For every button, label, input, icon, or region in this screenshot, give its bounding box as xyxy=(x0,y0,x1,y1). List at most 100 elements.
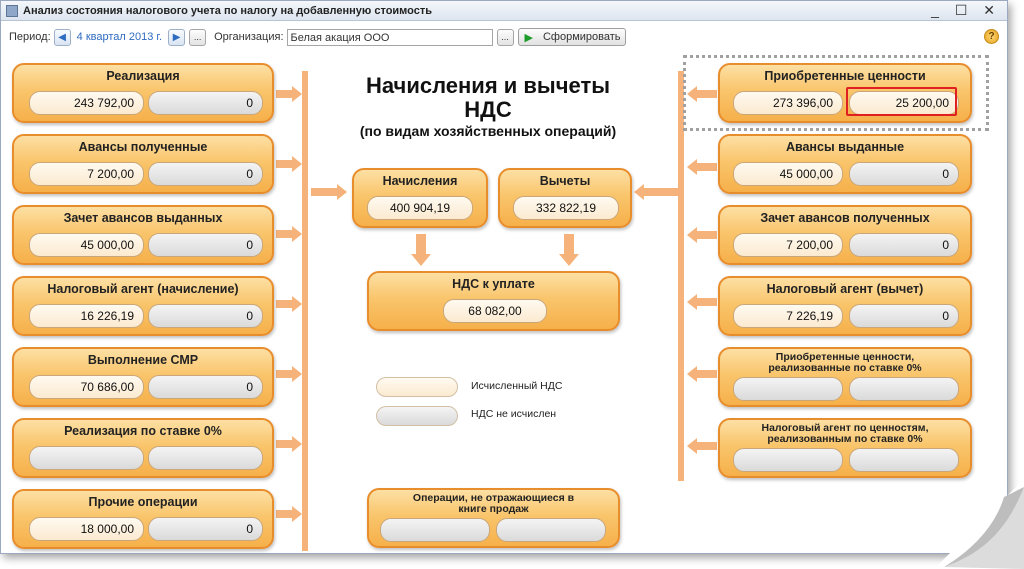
vat-field[interactable] xyxy=(148,446,263,470)
vat-field[interactable] xyxy=(496,518,606,542)
arrow-left-icon xyxy=(687,438,717,454)
headline-line1b: НДС xyxy=(464,97,512,122)
vat-field[interactable]: 0 xyxy=(849,304,959,328)
panel-title: Операции, не отражающиеся в книге продаж xyxy=(412,492,575,515)
headline-subtitle: (по видам хозяйственных операций) xyxy=(359,123,617,139)
arrow-left-icon: ◀ xyxy=(58,31,66,43)
vat-field[interactable]: 0 xyxy=(148,304,263,328)
panel-accruals[interactable]: Начисления 400 904,19 xyxy=(352,168,488,228)
page-headline: Начисления и вычеты НДС (по видам хозяйс… xyxy=(327,74,649,140)
panel-sales-zero-rate[interactable]: Реализация по ставке 0% xyxy=(12,418,274,478)
panel-title: Налоговый агент по ценностям, реализован… xyxy=(761,422,929,445)
arrow-right-icon xyxy=(276,296,302,312)
arrow-left-icon xyxy=(634,184,678,200)
play-icon: ▶ xyxy=(524,31,533,44)
maximize-button[interactable]: ☐ xyxy=(955,2,974,19)
vat-field[interactable]: 0 xyxy=(148,375,263,399)
arrow-left-icon xyxy=(687,366,717,382)
vat-field[interactable]: 0 xyxy=(148,91,263,115)
period-next-button[interactable]: ▶ xyxy=(168,28,186,46)
panel-title: Вычеты xyxy=(539,174,591,188)
tax-base-field[interactable]: 16 226,19 xyxy=(29,304,144,328)
panel-advances-received[interactable]: Авансы полученные 7 200,00 0 xyxy=(12,134,274,194)
arrow-left-icon xyxy=(687,159,717,175)
organization-input[interactable]: Белая акация ООО xyxy=(286,28,493,46)
panel-construction-works[interactable]: Выполнение СМР 70 686,00 0 xyxy=(12,347,274,407)
panel-tax-agent-zero-rate[interactable]: Налоговый агент по ценностям, реализован… xyxy=(718,418,972,478)
legend-label-not-computed: НДС не исчислен xyxy=(471,408,557,420)
panel-title: Реализация xyxy=(106,69,180,83)
panel-title: Зачет авансов выданных xyxy=(63,211,223,225)
panel-offset-advances-received[interactable]: Зачет авансов полученных 7 200,00 0 xyxy=(718,205,972,265)
panel-advances-issued[interactable]: Авансы выданные 45 000,00 0 xyxy=(718,134,972,194)
arrow-down-icon xyxy=(411,234,431,266)
window-title: Анализ состояния налогового учета по нал… xyxy=(23,4,433,17)
help-icon[interactable]: ? xyxy=(984,29,999,44)
period-select-button[interactable]: ... xyxy=(189,28,207,46)
tax-base-field[interactable] xyxy=(733,377,843,401)
panel-not-in-sales-book[interactable]: Операции, не отражающиеся в книге продаж xyxy=(367,488,620,548)
panel-other-operations[interactable]: Прочие операции 18 000,00 0 xyxy=(12,489,274,549)
panel-offset-advances-issued[interactable]: Зачет авансов выданных 45 000,00 0 xyxy=(12,205,274,265)
vat-field[interactable]: 0 xyxy=(849,162,959,186)
organization-select-button[interactable]: ... xyxy=(496,28,514,46)
toolbar: Период: ◀ 4 квартал 2013 г. ▶ ... Органи… xyxy=(1,23,1007,51)
vat-payable-field[interactable]: 68 082,00 xyxy=(443,299,547,323)
organization-label: Организация: xyxy=(214,31,284,43)
panel-tax-agent-accrual[interactable]: Налоговый агент (начисление) 16 226,19 0 xyxy=(12,276,274,336)
panel-title: Налоговый агент (начисление) xyxy=(47,282,239,296)
tax-base-field[interactable]: 45 000,00 xyxy=(733,162,843,186)
tax-base-field[interactable]: 18 000,00 xyxy=(29,517,144,541)
arrow-right-icon: ▶ xyxy=(172,31,181,43)
tax-base-field[interactable]: 7 200,00 xyxy=(733,233,843,257)
tax-base-field[interactable] xyxy=(380,518,490,542)
panel-title: Прочие операции xyxy=(88,495,198,509)
tax-base-field[interactable]: 7 200,00 xyxy=(29,162,144,186)
vat-field[interactable]: 0 xyxy=(148,233,263,257)
legend-swatch-computed xyxy=(376,377,458,397)
vat-field[interactable]: 0 xyxy=(849,233,959,257)
title-bar: Анализ состояния налогового учета по нал… xyxy=(1,1,1007,21)
arrow-down-icon xyxy=(559,234,579,266)
tax-base-field[interactable]: 273 396,00 xyxy=(733,91,843,115)
vat-field[interactable]: 0 xyxy=(148,162,263,186)
close-button[interactable]: ✕ xyxy=(983,2,1001,19)
period-value-link[interactable]: 4 квартал 2013 г. xyxy=(77,31,162,43)
arrow-left-icon xyxy=(687,294,717,310)
document-icon xyxy=(6,4,18,17)
panel-tax-agent-deduction[interactable]: Налоговый агент (вычет) 7 226,19 0 xyxy=(718,276,972,336)
arrow-right-icon xyxy=(276,506,302,522)
arrow-left-icon xyxy=(687,227,717,243)
panel-title: Авансы выданные xyxy=(785,140,905,154)
tax-base-field[interactable]: 45 000,00 xyxy=(29,233,144,257)
legend-swatch-not-computed xyxy=(376,406,458,426)
arrow-right-icon xyxy=(276,366,302,382)
tax-base-field[interactable]: 70 686,00 xyxy=(29,375,144,399)
tax-base-field[interactable] xyxy=(733,448,843,472)
panel-title: Начисления xyxy=(382,174,458,188)
panel-title: Авансы полученные xyxy=(78,140,208,154)
generate-button[interactable]: ▶ Сформировать xyxy=(517,28,626,46)
tax-base-field[interactable]: 243 792,00 xyxy=(29,91,144,115)
panel-title: НДС к уплате xyxy=(452,277,535,291)
accruals-total-field[interactable]: 400 904,19 xyxy=(367,196,473,220)
report-window: Анализ состояния налогового учета по нал… xyxy=(0,0,1008,554)
headline-line1: Начисления и вычеты xyxy=(365,73,611,98)
period-prev-button[interactable]: ◀ xyxy=(53,28,71,46)
panel-vat-payable[interactable]: НДС к уплате 68 082,00 xyxy=(367,271,620,331)
panel-acquired-zero-rate[interactable]: Приобретенные ценности, реализованные по… xyxy=(718,347,972,407)
panel-sales[interactable]: Реализация 243 792,00 0 xyxy=(12,63,274,123)
vat-field[interactable] xyxy=(849,448,959,472)
vat-field[interactable] xyxy=(849,377,959,401)
arrow-right-icon xyxy=(276,86,302,102)
minimize-button[interactable]: _ xyxy=(931,2,945,18)
panel-deductions[interactable]: Вычеты 332 822,19 xyxy=(498,168,632,228)
vat-field[interactable]: 0 xyxy=(148,517,263,541)
page-curl-icon xyxy=(934,479,1024,569)
tax-base-field[interactable]: 7 226,19 xyxy=(733,304,843,328)
arrow-right-icon xyxy=(311,184,347,200)
arrow-right-icon xyxy=(276,156,302,172)
deductions-total-field[interactable]: 332 822,19 xyxy=(513,196,619,220)
panel-title: Выполнение СМР xyxy=(87,353,199,367)
tax-base-field[interactable] xyxy=(29,446,144,470)
